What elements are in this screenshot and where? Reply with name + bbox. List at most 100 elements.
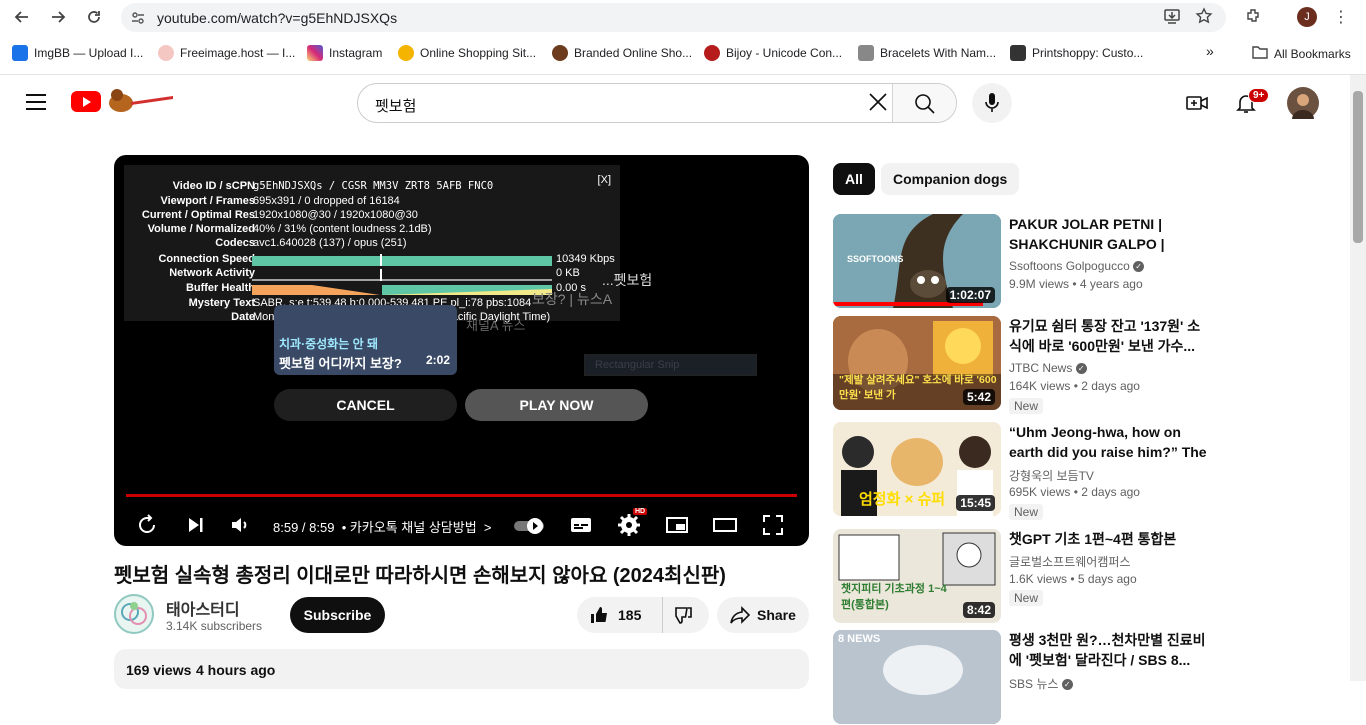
recommendation-title[interactable]: 평생 3천만 원?…천차만별 진료비에 '펫보험' 달라진다 / SBS 8..…	[1009, 630, 1213, 670]
recommendation-item[interactable]: 엄정화 × 슈퍼 15:45 “Uhm Jeong-hwa, how on ea…	[833, 422, 1213, 520]
menu-icon[interactable]	[26, 94, 46, 110]
recommendation-thumbnail[interactable]: 8 NEWS	[833, 630, 1001, 724]
search-input[interactable]: 펫보험	[357, 83, 957, 123]
new-badge: New	[1009, 398, 1044, 414]
recommendation-thumbnail[interactable]: SSOFTOONS 1:02:07	[833, 214, 1001, 308]
bookmark-item-6[interactable]: Bracelets With Nam...	[858, 45, 996, 61]
autoplay-toggle[interactable]	[513, 513, 547, 537]
network-activity-graph	[252, 269, 552, 281]
install-app-icon[interactable]	[1163, 7, 1181, 29]
bookmark-item-3[interactable]: Online Shopping Sit...	[398, 45, 536, 61]
doodle-logo[interactable]	[105, 86, 175, 114]
replay-icon[interactable]	[136, 513, 160, 537]
bracelets-icon	[858, 45, 874, 61]
stats-row: Current / Optimal Res 1920x1080@30 / 1920…	[141, 209, 418, 221]
buffer-health-graph	[252, 283, 552, 295]
youtube-logo[interactable]	[71, 91, 101, 112]
search-button[interactable]	[892, 84, 956, 122]
theater-mode-icon[interactable]	[713, 513, 737, 537]
channel-avatar[interactable]	[114, 594, 154, 634]
page-scrollbar[interactable]	[1350, 75, 1366, 681]
video-player[interactable]: [X] Video ID / sCPN g5EhNDJSXQs / CGSR MM…	[114, 155, 809, 546]
recommendation-item[interactable]: "제발 살려주세요" 호소에 바로 '600만원' 보낸 가 5:42 유기묘 …	[833, 316, 1213, 414]
hd-badge: HD	[633, 508, 648, 515]
browser-menu-icon[interactable]: ⋮	[1333, 7, 1349, 27]
play-now-button[interactable]: PLAY NOW	[465, 389, 648, 421]
browser-toolbar: youtube.com/watch?v=g5EhNDJSXQs J ⋮	[0, 0, 1366, 35]
share-label: Share	[757, 607, 796, 623]
scrollbar-thumb[interactable]	[1353, 91, 1363, 243]
dislike-button[interactable]	[664, 597, 709, 633]
recommendation-channel: Ssoftoons Golpogucco ✓	[1009, 259, 1145, 273]
recommendation-item[interactable]: 챗지피티 기초과정 1~4편(통합본) 8:42 챗GPT 기초 1편~4편 통…	[833, 529, 1213, 624]
bookmark-item-0[interactable]: ImgBB — Upload I...	[12, 45, 143, 61]
cancel-autoplay-button[interactable]: CANCEL	[274, 389, 457, 421]
clear-search-icon[interactable]	[865, 89, 891, 121]
bookmark-item-2[interactable]: Instagram	[307, 45, 382, 61]
bookmark-item-4[interactable]: Branded Online Sho...	[552, 45, 692, 61]
youtube-header: 펫보험 9+	[0, 75, 1350, 131]
chip-companion-dogs[interactable]: Companion dogs	[881, 163, 1020, 195]
imgbb-icon	[12, 45, 28, 61]
reload-icon[interactable]	[84, 7, 104, 27]
branded-shop-icon	[552, 45, 568, 61]
bookmarks-bar: ImgBB — Upload I... Freeimage.host — I..…	[0, 39, 1366, 67]
recommendation-thumbnail[interactable]: 챗지피티 기초과정 1~4편(통합본) 8:42	[833, 529, 1001, 623]
bookmark-item-7[interactable]: Printshoppy: Custo...	[1010, 45, 1143, 61]
next-video-title: ...펫보험	[602, 272, 653, 288]
address-bar[interactable]: youtube.com/watch?v=g5EhNDJSXQs	[121, 3, 1226, 32]
search-query[interactable]: 펫보험	[375, 95, 416, 116]
chapter-arrow-icon[interactable]: >	[484, 520, 492, 535]
back-icon[interactable]	[12, 7, 32, 27]
share-button[interactable]: Share	[717, 597, 809, 633]
description-box[interactable]: 169 views 4 hours ago	[114, 649, 809, 689]
recommendation-thumbnail[interactable]: 엄정화 × 슈퍼 15:45	[833, 422, 1001, 516]
settings-gear-icon[interactable]: HD	[617, 508, 648, 537]
voice-search-button[interactable]	[972, 83, 1012, 123]
recommendation-thumbnail[interactable]: "제발 살려주세요" 호소에 바로 '600만원' 보낸 가 5:42	[833, 316, 1001, 410]
bookmark-item-5[interactable]: Bijoy - Unicode Con...	[704, 45, 842, 61]
chapter-title[interactable]: • 카카오톡 채널 상담방법	[342, 520, 477, 535]
new-badge: New	[1009, 504, 1044, 520]
thumbs-up-icon	[591, 607, 607, 623]
like-count: 185	[618, 607, 642, 623]
channel-name[interactable]: 태아스터디	[166, 596, 240, 620]
recommendation-title[interactable]: 챗GPT 기초 1편~4편 통합본	[1009, 529, 1213, 549]
more-bookmarks-button[interactable]: »	[1206, 43, 1214, 59]
volume-icon[interactable]	[228, 513, 252, 537]
next-video-thumbnail[interactable]: 치과·중성화는 안 돼 펫보험 어디까지 보장? 2:02	[274, 305, 457, 375]
create-video-icon[interactable]	[1185, 91, 1209, 115]
like-button[interactable]: 185	[577, 597, 663, 633]
recommendation-title[interactable]: 유기묘 쉼터 통장 잔고 '137원' 소식에 바로 '600만원' 보낸 가수…	[1009, 316, 1213, 356]
subtitles-icon[interactable]	[569, 513, 593, 537]
subscribe-button[interactable]: Subscribe	[290, 597, 385, 633]
profile-avatar[interactable]: J	[1297, 7, 1317, 27]
progress-bar[interactable]	[126, 494, 797, 497]
microphone-icon	[985, 93, 999, 112]
recommendation-item[interactable]: SSOFTOONS 1:02:07 PAKUR JOLAR PETNI | SH…	[833, 214, 1213, 309]
all-bookmarks-button[interactable]: All Bookmarks	[1252, 45, 1351, 62]
recommendation-title[interactable]: “Uhm Jeong-hwa, how on earth did you rai…	[1009, 422, 1213, 462]
fullscreen-icon[interactable]	[761, 513, 785, 537]
extensions-icon[interactable]	[1245, 7, 1263, 29]
video-title: 펫보험 실속형 총정리 이대로만 따라하시면 손해보지 않아요 (2024최신판…	[114, 565, 726, 587]
thumbs-down-icon	[675, 607, 692, 624]
account-avatar[interactable]	[1287, 87, 1319, 119]
snip-tooltip-text: Rectangular Snip	[595, 359, 680, 371]
bookmark-star-icon[interactable]	[1195, 7, 1213, 29]
chip-all[interactable]: All	[833, 163, 875, 195]
recommendation-meta: 695K views • 2 days ago	[1009, 485, 1140, 499]
next-video-icon[interactable]	[184, 513, 208, 537]
site-info-icon[interactable]	[130, 10, 146, 29]
bookmark-item-1[interactable]: Freeimage.host — I...	[158, 45, 295, 61]
printshoppy-icon	[1010, 45, 1026, 61]
instagram-icon	[307, 45, 323, 61]
miniplayer-icon[interactable]	[665, 513, 689, 537]
url-text[interactable]: youtube.com/watch?v=g5EhNDJSXQs	[157, 10, 397, 26]
next-video-channel: 채널A 뉴스	[466, 318, 526, 333]
forward-icon[interactable]	[48, 7, 68, 27]
thumbnail-text: 엄정화 × 슈퍼	[859, 491, 946, 508]
upload-age: 4 hours ago	[196, 662, 276, 678]
recommendation-item[interactable]: 8 NEWS 평생 3천만 원?…천차만별 진료비에 '펫보험' 달라진다 / …	[833, 630, 1213, 725]
recommendation-title[interactable]: PAKUR JOLAR PETNI | SHAKCHUNIR GALPO | B…	[1009, 214, 1213, 254]
